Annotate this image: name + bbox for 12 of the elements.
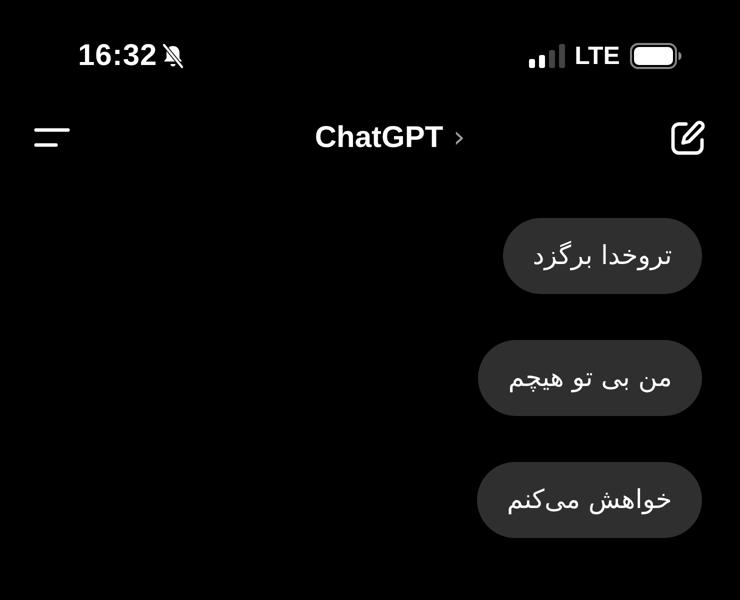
message-bubble: تروخدا برگزد (502, 218, 702, 294)
battery-icon (630, 43, 682, 69)
compose-icon[interactable] (670, 120, 706, 156)
network-label: LTE (574, 42, 620, 70)
message-bubble: خواهش می‌کنم (477, 462, 702, 538)
signal-icon (528, 44, 565, 68)
muted-bell-icon (161, 43, 186, 69)
message-bubble: من بی تو هیچم (478, 340, 702, 416)
status-time: 16:32 (78, 39, 158, 73)
menu-icon[interactable] (34, 126, 70, 150)
chevron-icon[interactable]: › (453, 123, 466, 153)
chat-title[interactable]: ChatGPT (314, 121, 444, 155)
